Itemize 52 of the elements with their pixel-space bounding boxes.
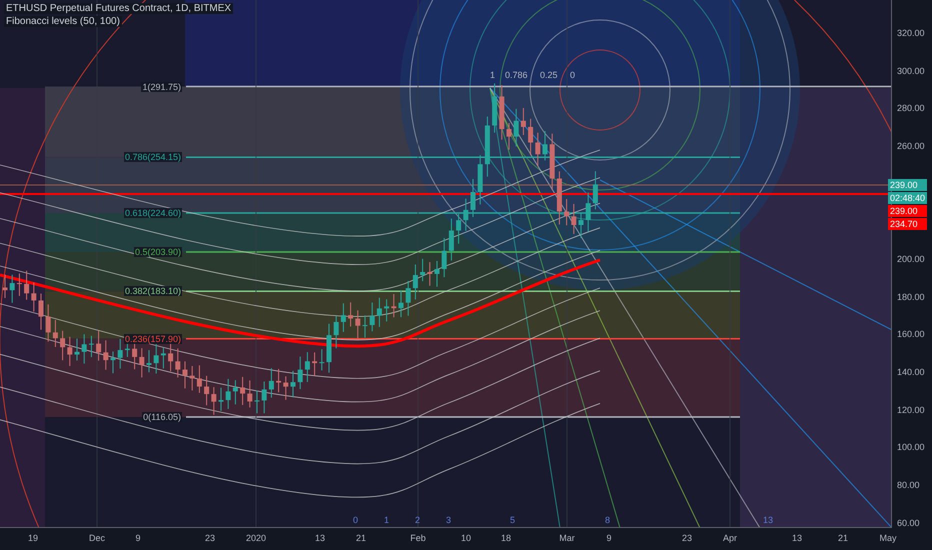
date-axis-label: 19	[28, 533, 38, 543]
time-zone-label: 1	[384, 515, 390, 525]
price-axis-label: 320.00	[897, 28, 925, 38]
date-axis-label: 10	[461, 533, 471, 543]
fib-level-label: 0.786(254.15)	[124, 152, 182, 162]
date-axis-label: 13	[315, 533, 325, 543]
date-axis-label: 2020	[246, 533, 266, 543]
price-axis-label: 160.00	[897, 329, 925, 340]
date-axis-label: 18	[501, 533, 511, 543]
fib-fan-label: 0.786	[505, 70, 528, 80]
fib-level-label: 0.5(203.90)	[134, 247, 182, 257]
price-tag: 239.00	[888, 179, 928, 191]
fib-fan-label: 1	[490, 70, 496, 80]
date-axis-label: 21	[356, 533, 366, 543]
date-axis-label: Apr	[723, 533, 737, 543]
time-zone-label: 5	[510, 515, 516, 525]
price-axis-label: 100.00	[897, 442, 925, 452]
price-axis-label: 60.00	[897, 518, 920, 528]
price-axis-label: 140.00	[897, 367, 925, 378]
date-axis-label: 23	[205, 533, 215, 543]
fib-level-label: 0.618(224.60)	[124, 208, 182, 218]
date-axis-label: May	[880, 533, 896, 543]
price-tag: 234.70	[888, 218, 928, 230]
time-zone-label: 13	[763, 515, 774, 525]
price-axis-label: 120.00	[897, 404, 925, 415]
date-axis-label: Mar	[559, 533, 575, 543]
price-axis-label: 280.00	[897, 103, 925, 114]
chart-title: ETHUSD Perpetual Futures Contract, 1D, BITMEX	[4, 3, 234, 14]
time-zone-label: 2	[415, 515, 420, 525]
date-axis-label: 23	[682, 533, 692, 543]
fib-fan-label: 0.25	[540, 70, 558, 80]
time-zone-label: 0	[353, 515, 358, 525]
fib-level-label: 1(291.75)	[141, 82, 182, 92]
fib-level-label: 0(116.05)	[142, 412, 182, 422]
fib-level-label: 0.382(183.10)	[124, 286, 182, 296]
price-axis-label: 300.00	[897, 66, 925, 76]
date-axis-label: 13	[792, 533, 802, 543]
price-axis-label: 80.00	[897, 480, 920, 490]
time-zone-label: 3	[446, 515, 452, 525]
indicator-label: Fibonacci levels (50, 100)	[4, 16, 122, 27]
price-tag: 239.00	[888, 205, 928, 217]
fib-fan-label: 0	[570, 70, 576, 80]
price-axis-label: 260.00	[897, 141, 925, 151]
price-axis-label: 200.00	[897, 254, 925, 264]
date-axis-label: 9	[136, 533, 140, 543]
price-tag: 02:48:40	[888, 192, 928, 204]
date-axis-label: 9	[606, 533, 612, 543]
price-axis-label: 180.00	[897, 292, 925, 302]
date-axis-label: Feb	[410, 533, 426, 543]
date-axis-label: Dec	[89, 533, 105, 543]
date-axis-label: 21	[838, 533, 848, 543]
time-zone-label: 8	[605, 515, 610, 525]
